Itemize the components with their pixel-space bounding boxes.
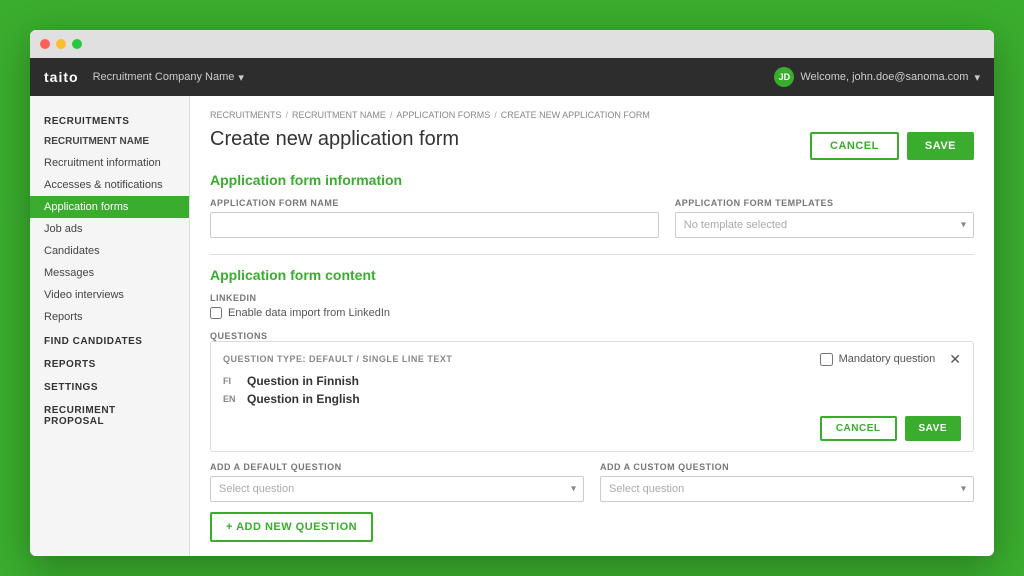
form-name-label: APPLICATION FORM NAME [210,198,659,208]
sidebar-section-recruitments: RECRUITMENTS [30,110,189,131]
main-content: RECRUITMENTS RECRUITMENT NAME Recruitmen… [30,96,994,556]
sidebar-section-reports[interactable]: REPORTS [30,351,189,374]
sidebar-section-recruitment-proposal[interactable]: RECURIMENT PROPOSAL [30,397,189,431]
question-type-label: QUESTION TYPE: DEFAULT / SINGLE LINE TEX… [223,354,452,364]
question-card-header: QUESTION TYPE: DEFAULT / SINGLE LINE TEX… [223,352,961,366]
mandatory-checkbox[interactable] [820,353,833,366]
form-content-heading: Application form content [210,267,974,283]
question-save-button[interactable]: SAVE [905,416,962,441]
add-custom-select-wrapper[interactable]: Select question ▾ [600,476,974,502]
form-content-section: Application form content LINKEDIN Enable… [210,267,974,542]
page-header-row: Create new application form CANCEL SAVE [210,128,974,160]
add-default-group: ADD A DEFAULT QUESTION Select question ▾ [210,462,584,502]
chevron-down-icon: ▾ [974,71,980,84]
browser-window: taito Recruitment Company Name ▾ JD Welc… [30,30,994,556]
mandatory-checkbox-row: Mandatory question ✕ [820,352,961,366]
form-info-heading: Application form information [210,172,974,188]
form-template-label: APPLICATION FORM TEMPLATES [675,198,974,208]
add-question-row: ADD A DEFAULT QUESTION Select question ▾ [210,462,974,502]
save-button[interactable]: SAVE [907,132,974,160]
question-card: QUESTION TYPE: DEFAULT / SINGLE LINE TEX… [210,341,974,452]
top-navbar: taito Recruitment Company Name ▾ JD Welc… [30,58,994,96]
minimize-dot[interactable] [56,39,66,49]
question-close-button[interactable]: ✕ [941,352,961,366]
question-fi-row: FI Question in Finnish [223,374,961,388]
maximize-dot[interactable] [72,39,82,49]
question-en-row: EN Question in English [223,392,961,406]
sidebar-item-video-interviews[interactable]: Video interviews [30,284,189,306]
linkedin-checkbox-row: Enable data import from LinkedIn [210,307,974,319]
questions-label: QUESTIONS [210,331,974,341]
add-default-select[interactable]: Select question [210,476,584,502]
page-content: RECRUITMENTS / RECRUITMENT NAME / APPLIC… [190,96,994,556]
add-new-question-button[interactable]: + ADD NEW QUESTION [210,512,373,542]
sidebar-item-recruitment-info[interactable]: Recruitment information [30,152,189,174]
question-fi-text: Question in Finnish [247,374,359,388]
sidebar: RECRUITMENTS RECRUITMENT NAME Recruitmen… [30,96,190,556]
user-avatar: JD [774,67,794,87]
sidebar-section-settings[interactable]: SETTINGS [30,374,189,397]
sidebar-item-reports[interactable]: Reports [30,306,189,328]
form-template-select-wrapper[interactable]: No template selected ▾ [675,212,974,238]
sidebar-item-application-forms[interactable]: Application forms [30,196,189,218]
form-template-group: APPLICATION FORM TEMPLATES No template s… [675,198,974,238]
form-info-row: APPLICATION FORM NAME APPLICATION FORM T… [210,198,974,238]
question-cancel-button[interactable]: CANCEL [820,416,897,441]
form-name-input[interactable] [210,212,659,238]
app-logo: taito [44,69,79,85]
sidebar-item-job-ads[interactable]: Job ads [30,218,189,240]
linkedin-label: LINKEDIN [210,293,974,303]
linkedin-checkbox-label: Enable data import from LinkedIn [228,307,390,319]
navbar-right: JD Welcome, john.doe@sanoma.com ▾ [774,67,980,87]
sidebar-item-candidates[interactable]: Candidates [30,240,189,262]
sidebar-item-messages[interactable]: Messages [30,262,189,284]
question-card-footer: CANCEL SAVE [223,416,961,441]
app-wrapper: taito Recruitment Company Name ▾ JD Welc… [30,58,994,556]
cancel-button[interactable]: CANCEL [810,132,899,160]
linkedin-section: LINKEDIN Enable data import from LinkedI… [210,293,974,319]
add-custom-group: ADD A CUSTOM QUESTION Select question ▾ [600,462,974,502]
page-title: Create new application form [210,128,459,151]
sidebar-item-accesses[interactable]: Accesses & notifications [30,174,189,196]
add-custom-label: ADD A CUSTOM QUESTION [600,462,974,472]
add-custom-select[interactable]: Select question [600,476,974,502]
sidebar-section-find-candidates[interactable]: FIND CANDIDATES [30,328,189,351]
add-default-label: ADD A DEFAULT QUESTION [210,462,584,472]
breadcrumb: RECRUITMENTS / RECRUITMENT NAME / APPLIC… [210,110,974,120]
form-template-select[interactable]: No template selected [675,212,974,238]
linkedin-checkbox[interactable] [210,307,222,319]
company-selector[interactable]: Recruitment Company Name ▾ [93,71,244,84]
browser-titlebar [30,30,994,58]
divider [210,254,974,255]
header-buttons: CANCEL SAVE [810,132,974,160]
lang-fi-badge: FI [223,376,239,386]
add-default-select-wrapper[interactable]: Select question ▾ [210,476,584,502]
chevron-down-icon: ▾ [238,71,244,84]
form-name-group: APPLICATION FORM NAME [210,198,659,238]
sidebar-item-recruitment-name[interactable]: RECRUITMENT NAME [30,131,189,152]
close-dot[interactable] [40,39,50,49]
mandatory-label: Mandatory question [839,353,936,365]
form-info-section: Application form information APPLICATION… [210,172,974,238]
questions-section: QUESTIONS QUESTION TYPE: DEFAULT / SINGL… [210,331,974,542]
navbar-left: taito Recruitment Company Name ▾ [44,69,244,85]
lang-en-badge: EN [223,394,239,404]
question-en-text: Question in English [247,392,360,406]
